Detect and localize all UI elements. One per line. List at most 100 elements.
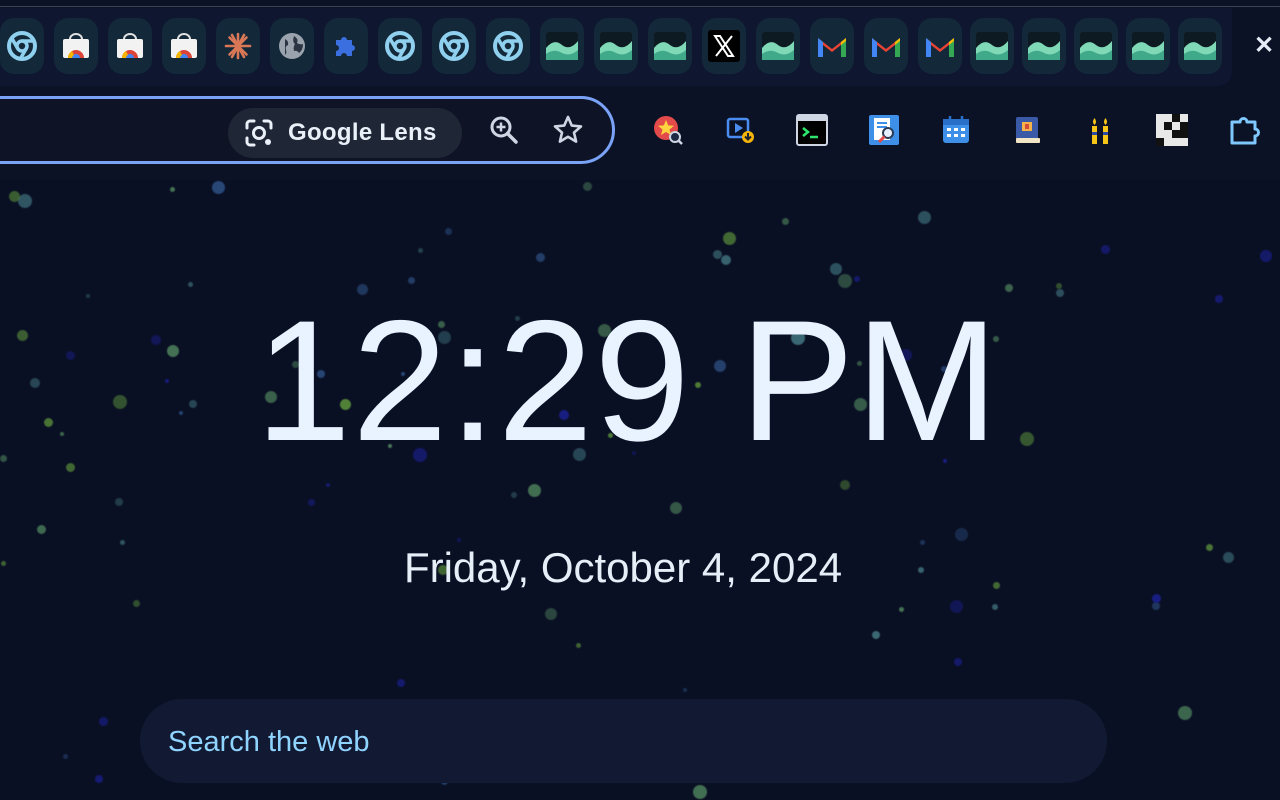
browser-chrome: ✕ Google Lens	[0, 0, 1280, 181]
particle	[95, 775, 103, 783]
particle	[723, 232, 736, 245]
clock-time: 12:29 PM	[255, 285, 1000, 477]
gmail-icon	[924, 33, 956, 59]
particle	[1005, 284, 1013, 292]
particle	[840, 480, 850, 490]
puzzle-icon	[330, 30, 362, 62]
chrome-web-store-icon	[115, 32, 145, 60]
particle	[693, 785, 707, 799]
tab-10[interactable]	[486, 18, 530, 74]
terminal-extension-icon	[796, 113, 828, 151]
candles-extension-icon	[1084, 114, 1116, 151]
chrome-web-store-icon	[61, 32, 91, 60]
particle	[583, 182, 592, 191]
zoom-in-icon	[488, 114, 520, 151]
particle	[920, 540, 925, 545]
chrome-icon	[6, 30, 38, 62]
particle	[954, 658, 962, 666]
tab-5[interactable]	[216, 18, 260, 74]
extension-button-8[interactable]	[1154, 113, 1190, 150]
tab-21[interactable]	[1074, 18, 1118, 74]
wave-icon	[600, 32, 632, 60]
tab-15[interactable]	[756, 18, 800, 74]
x-icon	[708, 30, 740, 62]
tab-16[interactable]	[810, 18, 854, 74]
tab-11[interactable]	[540, 18, 584, 74]
tab-13[interactable]	[648, 18, 692, 74]
chrome-web-store-icon	[169, 32, 199, 60]
particle	[576, 643, 581, 648]
particle	[170, 187, 175, 192]
particle	[670, 502, 682, 514]
particle	[1178, 706, 1192, 720]
particle	[115, 498, 123, 506]
tab-3[interactable]	[108, 18, 152, 74]
tab-17[interactable]	[864, 18, 908, 74]
tab-9[interactable]	[432, 18, 476, 74]
tab-20[interactable]	[1022, 18, 1066, 74]
particle	[133, 600, 140, 607]
tab-8[interactable]	[378, 18, 422, 74]
gmail-icon	[870, 33, 902, 59]
star-icon	[552, 114, 584, 151]
tab-23[interactable]	[1178, 18, 1222, 74]
particle	[408, 277, 415, 284]
extension-button-4[interactable]	[866, 114, 902, 150]
document-search-extension-icon	[868, 114, 900, 151]
close-tab-button[interactable]: ✕	[1250, 30, 1278, 60]
particle	[445, 228, 452, 235]
extension-button-7[interactable]	[1082, 114, 1118, 150]
particle	[511, 492, 517, 498]
zoom-in-button[interactable]	[484, 112, 524, 152]
tab-1[interactable]	[0, 18, 44, 74]
wave-icon	[546, 32, 578, 60]
search-input[interactable]	[166, 699, 1070, 785]
tab-6[interactable]	[270, 18, 314, 74]
wave-icon	[1184, 32, 1216, 60]
web-search-box[interactable]	[140, 699, 1107, 785]
particle	[37, 525, 46, 534]
wave-icon	[1132, 32, 1164, 60]
google-lens-button[interactable]: Google Lens	[228, 108, 462, 158]
wave-icon	[762, 32, 794, 60]
extension-button-3[interactable]	[794, 113, 830, 151]
globe-icon	[277, 31, 307, 61]
particle	[212, 181, 225, 194]
particle	[63, 754, 68, 759]
extension-button-5[interactable]	[938, 114, 974, 150]
video-download-extension-icon	[724, 114, 756, 151]
tab-22[interactable]	[1126, 18, 1170, 74]
clock-date: Friday, October 4, 2024	[403, 544, 843, 591]
window-border	[0, 6, 1280, 7]
particle	[18, 194, 32, 208]
extension-button-6[interactable]	[1010, 114, 1046, 150]
extension-button-1[interactable]	[650, 114, 686, 150]
particle	[992, 604, 998, 610]
tab-12[interactable]	[594, 18, 638, 74]
particle	[99, 717, 108, 726]
tab-14[interactable]	[702, 18, 746, 74]
wave-icon	[654, 32, 686, 60]
particle	[1101, 245, 1110, 254]
chrome-icon	[438, 30, 470, 62]
particle	[721, 255, 731, 265]
bookmark-button[interactable]	[548, 112, 588, 152]
particle	[528, 484, 541, 497]
particle	[418, 248, 423, 253]
extension-button-9[interactable]	[1226, 114, 1262, 150]
tab-18[interactable]	[918, 18, 962, 74]
extension-button-2[interactable]	[722, 114, 758, 150]
gmail-icon	[816, 33, 848, 59]
particle	[545, 608, 557, 620]
claude-icon	[222, 30, 254, 62]
tab-19[interactable]	[970, 18, 1014, 74]
tab-7[interactable]	[324, 18, 368, 74]
tab-4[interactable]	[162, 18, 206, 74]
particle	[308, 499, 315, 506]
tab-2[interactable]	[54, 18, 98, 74]
particle	[782, 218, 789, 225]
particle	[9, 191, 20, 202]
particle	[457, 538, 461, 542]
wave-icon	[1080, 32, 1112, 60]
particle	[872, 631, 880, 639]
